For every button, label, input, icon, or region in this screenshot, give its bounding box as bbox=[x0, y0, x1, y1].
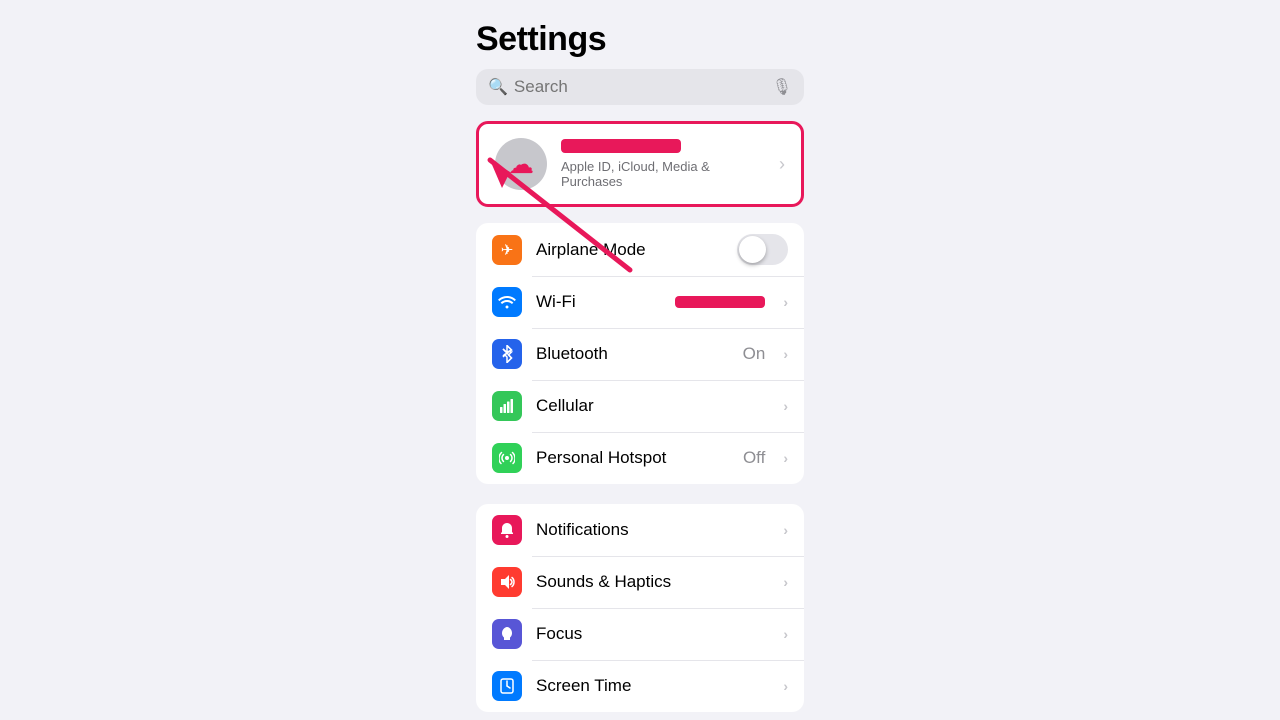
airplane-mode-label: Airplane Mode bbox=[536, 240, 723, 260]
personal-hotspot-icon bbox=[492, 443, 522, 473]
connectivity-group: ✈ Airplane Mode Wi-Fi › bbox=[476, 223, 804, 484]
focus-label: Focus bbox=[536, 624, 769, 644]
microphone-icon[interactable]: 🎙 bbox=[772, 77, 792, 97]
bluetooth-chevron-icon: › bbox=[783, 346, 788, 362]
wifi-name-redacted bbox=[675, 296, 765, 308]
screen-time-label: Screen Time bbox=[536, 676, 769, 696]
profile-info: Apple ID, iCloud, Media & Purchases bbox=[561, 139, 765, 189]
profile-chevron-icon: › bbox=[779, 154, 785, 175]
screen-time-chevron-icon: › bbox=[783, 678, 788, 694]
focus-icon bbox=[492, 619, 522, 649]
wifi-row[interactable]: Wi-Fi › bbox=[476, 276, 804, 328]
personal-hotspot-chevron-icon: › bbox=[783, 450, 788, 466]
settings-panel: Settings 🔍 🎙 ☁ Apple ID, iCloud, Media &… bbox=[460, 0, 820, 720]
sounds-haptics-icon bbox=[492, 567, 522, 597]
cellular-row[interactable]: Cellular › bbox=[476, 380, 804, 432]
notifications-row[interactable]: Notifications › bbox=[476, 504, 804, 556]
focus-row[interactable]: Focus › bbox=[476, 608, 804, 660]
bluetooth-icon bbox=[492, 339, 522, 369]
cellular-chevron-icon: › bbox=[783, 398, 788, 414]
system-group: Notifications › Sounds & Haptics › bbox=[476, 504, 804, 712]
notifications-chevron-icon: › bbox=[783, 522, 788, 538]
airplane-mode-toggle[interactable] bbox=[737, 234, 788, 265]
bluetooth-row[interactable]: Bluetooth On › bbox=[476, 328, 804, 380]
profile-subtitle: Apple ID, iCloud, Media & Purchases bbox=[561, 159, 765, 189]
sounds-haptics-row[interactable]: Sounds & Haptics › bbox=[476, 556, 804, 608]
page-title: Settings bbox=[460, 0, 820, 69]
search-icon: 🔍 bbox=[488, 77, 508, 97]
screen-time-icon bbox=[492, 671, 522, 701]
cellular-label: Cellular bbox=[536, 396, 769, 416]
airplane-mode-icon: ✈ bbox=[492, 235, 522, 265]
screen-time-row[interactable]: Screen Time › bbox=[476, 660, 804, 712]
wifi-chevron-icon: › bbox=[783, 294, 788, 310]
bluetooth-value: On bbox=[743, 344, 766, 364]
screen-container: Settings 🔍 🎙 ☁ Apple ID, iCloud, Media &… bbox=[0, 0, 1280, 720]
bluetooth-label: Bluetooth bbox=[536, 344, 729, 364]
personal-hotspot-row[interactable]: Personal Hotspot Off › bbox=[476, 432, 804, 484]
sounds-haptics-chevron-icon: › bbox=[783, 574, 788, 590]
personal-hotspot-value: Off bbox=[743, 448, 765, 468]
notifications-label: Notifications bbox=[536, 520, 769, 540]
airplane-mode-row[interactable]: ✈ Airplane Mode bbox=[476, 223, 804, 276]
avatar-icon: ☁ bbox=[508, 149, 534, 180]
profile-name-redacted bbox=[561, 139, 681, 153]
search-bar[interactable]: 🔍 🎙 bbox=[476, 69, 804, 105]
profile-card[interactable]: ☁ Apple ID, iCloud, Media & Purchases › bbox=[476, 121, 804, 207]
search-input[interactable] bbox=[514, 77, 766, 97]
wifi-icon bbox=[492, 287, 522, 317]
sounds-haptics-label: Sounds & Haptics bbox=[536, 572, 769, 592]
focus-chevron-icon: › bbox=[783, 626, 788, 642]
cellular-icon bbox=[492, 391, 522, 421]
personal-hotspot-label: Personal Hotspot bbox=[536, 448, 729, 468]
wifi-label: Wi-Fi bbox=[536, 292, 661, 312]
avatar: ☁ bbox=[495, 138, 547, 190]
notifications-icon bbox=[492, 515, 522, 545]
